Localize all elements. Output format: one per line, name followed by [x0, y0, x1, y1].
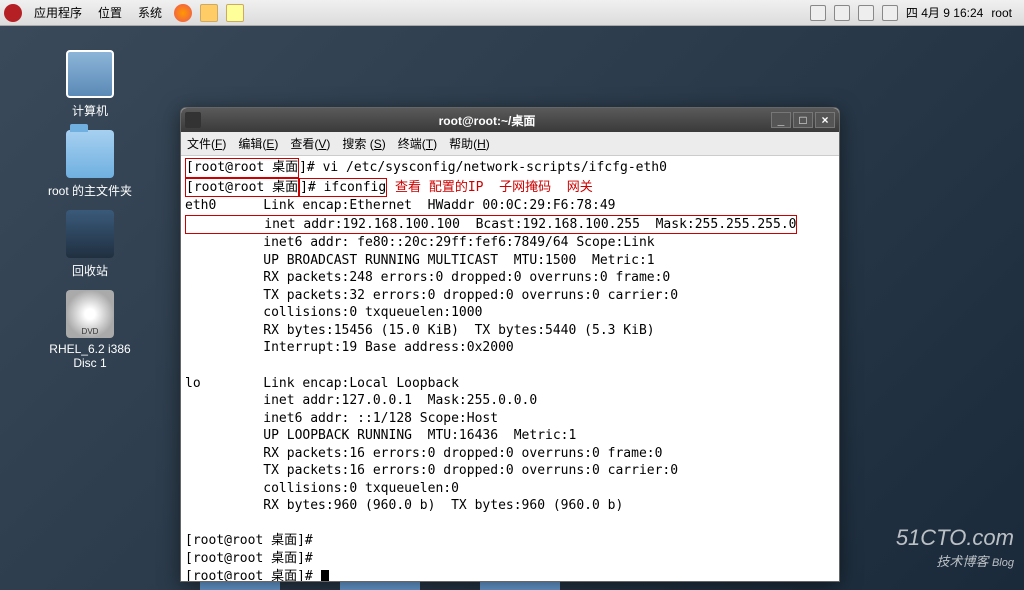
desktop-home[interactable]: root 的主文件夹: [40, 130, 140, 199]
maximize-button[interactable]: □: [793, 112, 813, 128]
highlight-box-1: [root@root 桌面: [185, 158, 299, 178]
system-monitor-icon[interactable]: [810, 5, 826, 21]
computer-icon: [66, 50, 114, 98]
desktop-disc[interactable]: RHEL_6.2 i386 Disc 1: [40, 290, 140, 370]
app-icon: [185, 112, 201, 128]
terminal-line: inet6 addr: fe80::20c:29ff:fef6:7849/64 …: [185, 235, 678, 355]
cursor: [321, 570, 329, 581]
menu-places[interactable]: 位置: [90, 2, 130, 23]
window-title: root@root:~/桌面: [205, 112, 769, 129]
menu-terminal[interactable]: 终端(T): [398, 135, 437, 152]
disc-icon: [66, 290, 114, 338]
menu-search[interactable]: 搜索 (S): [342, 135, 385, 152]
menu-edit[interactable]: 编辑(E): [238, 135, 278, 152]
firefox-icon[interactable]: [174, 4, 192, 22]
file-manager-icon[interactable]: [200, 4, 218, 22]
menu-system[interactable]: 系统: [130, 2, 170, 23]
notes-icon[interactable]: [226, 4, 244, 22]
clock[interactable]: 四 4月 9 16:24: [906, 4, 983, 21]
icon-label: RHEL_6.2 i386 Disc 1: [40, 342, 140, 370]
icon-label: root 的主文件夹: [40, 182, 140, 199]
menu-applications[interactable]: 应用程序: [26, 2, 90, 23]
distro-logo-icon[interactable]: [4, 4, 22, 22]
minimize-button[interactable]: _: [771, 112, 791, 128]
menu-view[interactable]: 查看(V): [290, 135, 330, 152]
menu-help[interactable]: 帮助(H): [449, 135, 490, 152]
annotation-text: 查看 配置的IP 子网掩码 网关: [387, 180, 593, 195]
highlight-box-cmd: ]# ifconfig: [299, 178, 387, 198]
desktop-trash[interactable]: 回收站: [40, 210, 140, 279]
network-icon[interactable]: [882, 5, 898, 21]
terminal-prompt: [root@root 桌面]#: [185, 569, 321, 581]
top-panel: 应用程序 位置 系统 四 4月 9 16:24 root: [0, 0, 1024, 26]
update-icon[interactable]: [834, 5, 850, 21]
highlight-box-inet: inet addr:192.168.100.100 Bcast:192.168.…: [185, 215, 797, 235]
titlebar[interactable]: root@root:~/桌面 _ □ ×: [181, 108, 839, 132]
icon-label: 回收站: [40, 262, 140, 279]
terminal-line: lo Link encap:Local Loopback inet addr:1…: [185, 376, 678, 514]
menu-file[interactable]: 文件(F): [187, 135, 226, 152]
terminal-prompt: [root@root 桌面]#: [185, 533, 313, 548]
close-button[interactable]: ×: [815, 112, 835, 128]
watermark: 51CTO.com 技术博客 Blog: [896, 525, 1014, 570]
terminal-output[interactable]: [root@root 桌面]# vi /etc/sysconfig/networ…: [181, 156, 839, 581]
folder-icon: [66, 130, 114, 178]
terminal-line: eth0 Link encap:Ethernet HWaddr 00:0C:29…: [185, 198, 615, 213]
user-menu[interactable]: root: [991, 6, 1012, 20]
terminal-prompt: [root@root 桌面]#: [185, 551, 313, 566]
icon-label: 计算机: [40, 102, 140, 119]
desktop-computer[interactable]: 计算机: [40, 50, 140, 119]
menubar: 文件(F) 编辑(E) 查看(V) 搜索 (S) 终端(T) 帮助(H): [181, 132, 839, 156]
volume-icon[interactable]: [858, 5, 874, 21]
trash-icon: [66, 210, 114, 258]
terminal-window: root@root:~/桌面 _ □ × 文件(F) 编辑(E) 查看(V) 搜…: [180, 107, 840, 582]
highlight-box-2: [root@root 桌面: [185, 178, 299, 198]
